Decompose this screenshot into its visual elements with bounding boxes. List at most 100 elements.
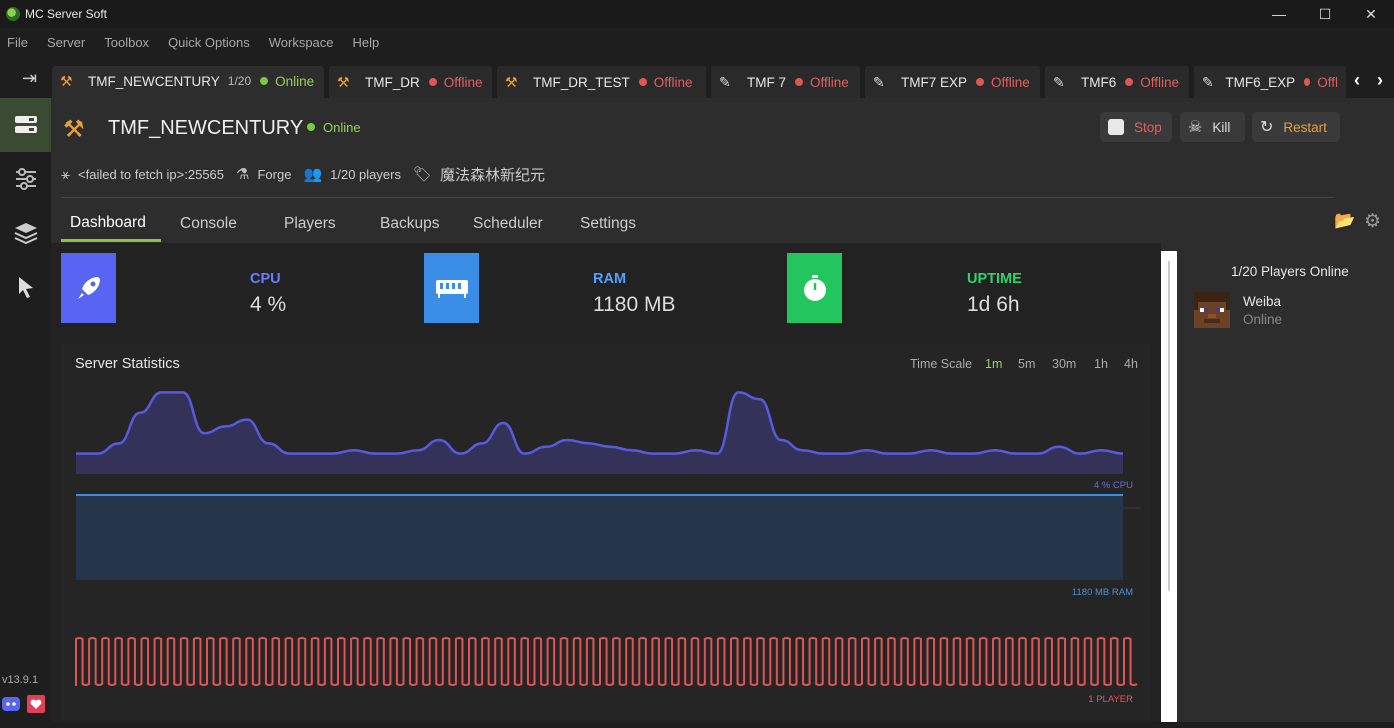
restart-button[interactable]: ↻ Restart <box>1252 112 1340 142</box>
ram-chart-label: 1180 MB RAM <box>1071 587 1133 598</box>
tab-tmf-dr-test[interactable]: ⚒ TMF_DR_TEST Offline <box>497 66 706 98</box>
title-bar: MC Server Soft — ☐ ✕ <box>0 0 1394 28</box>
ram-area <box>76 495 1123 580</box>
memory-icon <box>424 253 479 323</box>
anvil-icon: ⚒ <box>63 116 85 143</box>
tab-scroll-left-icon[interactable]: ‹ <box>1354 70 1360 91</box>
status-dot <box>1304 78 1311 86</box>
ram-value: 1180 MB <box>593 293 676 316</box>
tab-backups[interactable]: Backups <box>380 206 439 242</box>
layers-icon <box>14 223 37 244</box>
tab-status: Offline <box>991 74 1030 90</box>
tab-players[interactable]: Players <box>284 206 336 242</box>
tab-scheduler[interactable]: Scheduler <box>473 206 543 242</box>
gear-icon[interactable]: ⚙ <box>1364 210 1381 233</box>
sidebar-settings-button[interactable] <box>0 152 51 206</box>
sidebar-servers-button[interactable] <box>0 98 51 152</box>
tab-label: TMF_DR <box>365 74 420 90</box>
player-series-line <box>75 637 1138 686</box>
uptime-card: UPTIME 1d 6h <box>787 253 1117 323</box>
sidebar-cursor-button[interactable] <box>0 260 51 314</box>
tab-tmf-dr[interactable]: ⚒ TMF_DR Offline <box>329 66 492 98</box>
server-header: ⚒ TMF_NEWCENTURY Online Stop ☠ Kill ↻ Re… <box>51 98 1394 196</box>
statistics-chart <box>75 391 1141 686</box>
menu-file[interactable]: File <box>7 35 28 50</box>
menu-workspace[interactable]: Workspace <box>269 35 334 50</box>
users-icon: 👥 <box>303 166 323 183</box>
status-dot <box>260 77 269 85</box>
tab-label: TMF_DR_TEST <box>533 74 630 90</box>
tab-tmf7-exp[interactable]: ✎ TMF7 EXP Offline <box>865 66 1040 98</box>
heart-icon[interactable] <box>27 695 45 713</box>
expand-sidebar-icon[interactable]: ⇥ <box>22 68 37 89</box>
tab-label: TMF_NEWCENTURY <box>88 73 220 89</box>
menu-toolbox[interactable]: Toolbox <box>104 35 149 50</box>
cpu-area <box>76 392 1123 474</box>
server-name: TMF_NEWCENTURY <box>108 117 304 139</box>
folder-icon[interactable]: 📂 <box>1334 211 1355 231</box>
status-dot <box>307 123 315 131</box>
tab-status: Offline <box>443 74 483 90</box>
menu-quick-options[interactable]: Quick Options <box>168 35 250 50</box>
close-button[interactable]: ✕ <box>1348 0 1394 28</box>
anvil-icon: ⚒ <box>337 74 350 90</box>
player-name[interactable]: Weiba <box>1243 294 1281 309</box>
stop-icon <box>1108 119 1124 135</box>
uptime-value: 1d 6h <box>967 293 1020 316</box>
server-players: 1/20 players <box>330 166 401 182</box>
server-ip: <failed to fetch ip>:25565 <box>78 166 225 182</box>
ram-label: RAM <box>593 271 627 287</box>
cpu-chart-label: 4 % CPU <box>1093 480 1133 491</box>
tab-settings[interactable]: Settings <box>580 206 636 242</box>
cpu-label: CPU <box>250 271 281 287</box>
restart-icon: ↻ <box>1260 119 1274 136</box>
scroll-icon: ✎ <box>719 74 731 90</box>
scrollbar-thumb[interactable] <box>1168 261 1170 591</box>
cpu-card: CPU 4 % <box>61 253 391 323</box>
tab-tmf6[interactable]: ✎ TMF6 Offline <box>1045 66 1189 98</box>
dashboard-scrollbar[interactable] <box>1161 251 1177 728</box>
menu-help[interactable]: Help <box>353 35 380 50</box>
tab-dashboard[interactable]: Dashboard <box>61 206 161 242</box>
tab-scroll-right-icon[interactable]: › <box>1377 70 1383 91</box>
stop-label: Stop <box>1134 119 1162 135</box>
minimize-button[interactable]: — <box>1256 0 1302 28</box>
cursor-icon <box>18 277 33 298</box>
kill-button[interactable]: ☠ Kill <box>1180 112 1245 142</box>
status-dot <box>795 78 803 86</box>
scroll-icon: ✎ <box>1053 74 1065 90</box>
divider <box>61 197 1334 198</box>
server-status: Online <box>323 120 361 135</box>
scroll-icon: ✎ <box>1202 74 1214 90</box>
stop-button[interactable]: Stop <box>1100 112 1172 142</box>
avatar[interactable] <box>1194 292 1230 328</box>
app-logo-icon <box>6 7 20 21</box>
stopwatch-icon <box>787 253 842 323</box>
kill-label: Kill <box>1212 119 1231 135</box>
menu-server[interactable]: Server <box>47 35 85 50</box>
tab-console[interactable]: Console <box>180 206 237 242</box>
tab-status: Offline <box>653 74 693 90</box>
menu-bar: File Server Toolbox Quick Options Worksp… <box>0 28 1394 56</box>
tab-status: Offline <box>1140 74 1180 90</box>
tab-label: TMF6_EXP <box>1225 74 1296 90</box>
scroll-icon: ✎ <box>873 74 885 90</box>
server-tab-strip: ⇥ ⚒ TMF_NEWCENTURY 1/20 Online ⚒ TMF_DR … <box>0 62 1394 98</box>
servers-icon <box>14 116 37 133</box>
restart-label: Restart <box>1283 119 1327 135</box>
tab-tmf-7[interactable]: ✎ TMF 7 Offline <box>711 66 860 98</box>
tab-label: TMF 7 <box>747 74 786 90</box>
status-dot <box>428 78 437 86</box>
discord-icon[interactable] <box>2 696 20 712</box>
skull-icon: ☠ <box>1188 119 1203 136</box>
tab-tmf6-exp[interactable]: ✎ TMF6_EXP Offl <box>1194 66 1346 98</box>
tab-tmf-newcentury[interactable]: ⚒ TMF_NEWCENTURY 1/20 Online <box>52 66 324 98</box>
maximize-button[interactable]: ☐ <box>1302 0 1348 28</box>
bottom-strip <box>0 722 1394 728</box>
players-online-title: 1/20 Players Online <box>1231 264 1349 279</box>
anvil-icon: ⚒ <box>505 74 518 90</box>
tab-player-count: 1/20 <box>227 74 252 88</box>
server-meta: ⚹ <failed to fetch ip>:25565 ⚗ Forge 👥 1… <box>61 164 557 184</box>
sidebar-layers-button[interactable] <box>0 206 51 260</box>
tag-icon: 🏷 <box>412 166 433 183</box>
